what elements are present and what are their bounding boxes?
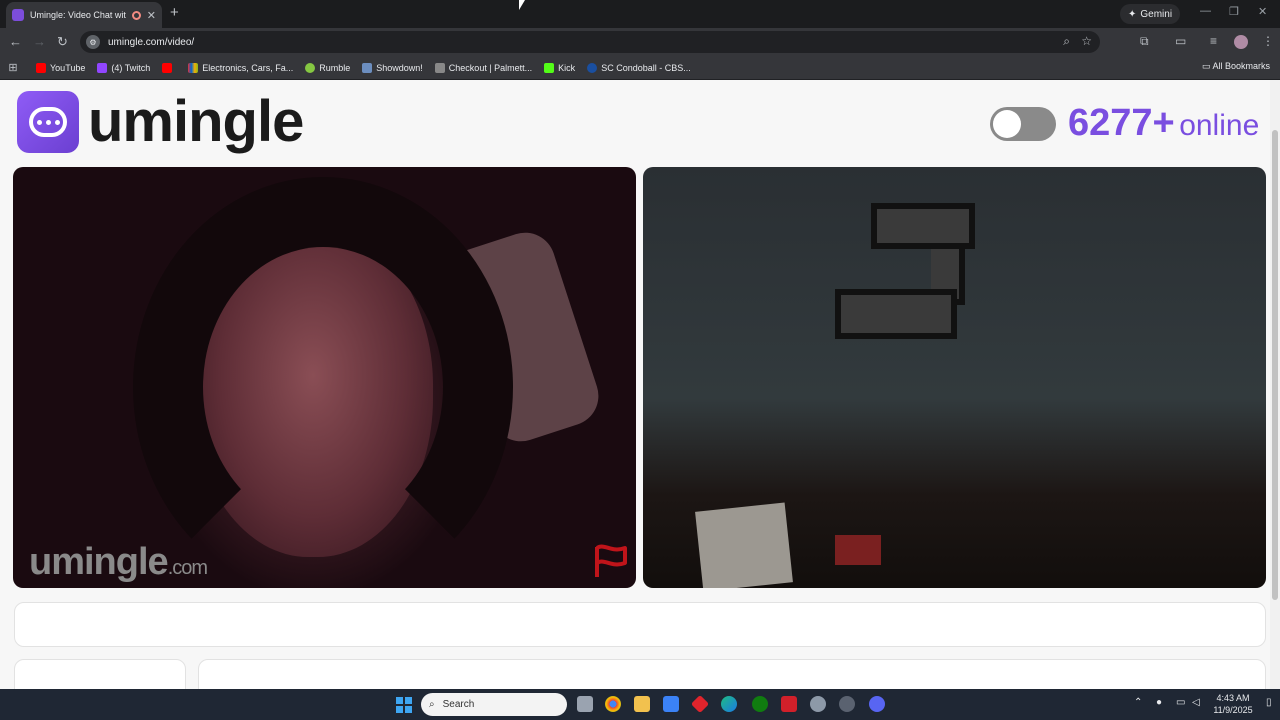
new-tab-button[interactable]: + (170, 4, 179, 21)
menu-kebab-icon[interactable]: ⋮ (1262, 34, 1274, 48)
windows-start-icon[interactable] (396, 697, 412, 713)
url-text: umingle.com/video/ (108, 36, 195, 48)
tab-strip: Umingle: Video Chat with S ✕ + ✦ Gemini … (0, 0, 1280, 28)
reload-icon[interactable]: ↻ (57, 34, 68, 50)
paper-shape (695, 502, 793, 588)
task-view-icon[interactable] (577, 696, 593, 712)
recording-indicator-icon (131, 10, 141, 20)
mouse-cursor-icon (519, 0, 525, 10)
bookmark-youtube-2[interactable] (162, 62, 176, 73)
app-diamond-icon[interactable] (690, 694, 710, 714)
umingle-page: umingle 6277+ online umingle.com (0, 80, 1270, 689)
wall-outlet-shape (835, 289, 957, 339)
bookmark-cbs[interactable]: SC Condoball - CBS... (587, 62, 691, 73)
self-video (643, 167, 1266, 588)
zoom-icon[interactable]: ⌕ (1063, 34, 1070, 49)
showdown-icon (362, 62, 373, 73)
gemini-button[interactable]: ✦ Gemini (1120, 4, 1181, 24)
forward-arrow-icon[interactable]: → (33, 34, 46, 49)
show-hidden-icons-icon[interactable]: ⌃ (1134, 697, 1142, 708)
close-tab-icon[interactable]: ✕ (147, 9, 156, 22)
minimize-button[interactable]: — (1200, 5, 1211, 17)
watermark-main: umingle (29, 541, 169, 583)
search-placeholder: Search (442, 699, 475, 710)
profile-avatar[interactable] (1234, 35, 1248, 49)
umingle-logo-icon[interactable] (17, 91, 79, 153)
umingle-logo-text[interactable]: umingle (88, 88, 304, 155)
tab-umingle[interactable]: Umingle: Video Chat with S ✕ (6, 2, 162, 28)
app-icon[interactable] (839, 696, 855, 712)
online-number: 6277+ (1068, 102, 1175, 144)
umingle-favicon-icon (12, 9, 24, 21)
apps-grid-icon[interactable]: ⊞ (0, 61, 26, 74)
taskbar-search[interactable]: ⌕ Search (421, 693, 567, 716)
chat-input-bar[interactable] (14, 602, 1266, 647)
back-arrow-icon[interactable]: ← (9, 34, 22, 49)
box-shape (835, 535, 881, 565)
report-flag-icon[interactable] (591, 543, 631, 579)
online-label: online (1179, 109, 1260, 142)
discord-icon[interactable] (869, 696, 885, 712)
store-icon[interactable] (663, 696, 679, 712)
cbs-icon (587, 62, 598, 73)
taskbar-clock[interactable]: 4:43 AM 11/9/2025 (1207, 692, 1259, 716)
umingle-watermark: umingle.com (29, 541, 208, 584)
chat-log-panel (198, 659, 1266, 689)
scrollbar-thumb[interactable] (1272, 130, 1278, 600)
mcafee-icon[interactable] (781, 696, 797, 712)
page-scrollbar[interactable] (1270, 80, 1280, 689)
windows-taskbar: ⌕ Search ⌃ ● ▭ ◁ 4:43 AM 11/9/2025 ▯ (0, 689, 1280, 720)
close-window-button[interactable]: ✕ (1258, 5, 1267, 18)
sparkle-icon: ✦ (1128, 8, 1137, 20)
watermark-suffix: .com (167, 557, 208, 579)
mode-toggle-switch[interactable] (990, 107, 1056, 141)
settings-icon[interactable] (810, 696, 826, 712)
twitch-icon (97, 62, 108, 73)
bookmark-youtube[interactable]: YouTube (36, 62, 85, 73)
search-icon: ⌕ (429, 699, 435, 710)
bookmark-star-icon[interactable]: ☆ (1081, 34, 1092, 48)
edge-icon[interactable] (721, 696, 737, 712)
xbox-icon[interactable] (752, 696, 768, 712)
gemini-label: Gemini (1140, 8, 1173, 20)
site-info-icon[interactable]: ⚙ (86, 35, 100, 49)
clock-time: 4:43 AM (1216, 693, 1250, 703)
folder-icon: ▭ (1201, 61, 1213, 71)
extensions-icon[interactable]: ⧉ (1140, 34, 1149, 49)
bookmark-twitch[interactable]: (4) Twitch (97, 62, 150, 73)
tab-search-icon[interactable]: ≡ (1210, 34, 1217, 48)
bookmark-ebay[interactable]: Electronics, Cars, Fa... (188, 62, 293, 73)
cast-icon[interactable]: ▭ (1175, 34, 1186, 48)
bookmarks-bar: ⊞ YouTube (4) Twitch Electronics, Cars, … (0, 56, 1280, 80)
youtube-icon (162, 62, 173, 73)
volume-icon[interactable]: ◁ (1192, 697, 1200, 708)
browser-toolbar: ← → ↻ ⚙ umingle.com/video/ ⌕ ☆ ⧉ ▭ ≡ ⋮ (0, 28, 1280, 56)
kick-icon (544, 62, 555, 73)
chrome-icon[interactable] (605, 696, 621, 712)
checkout-icon (434, 62, 445, 73)
bookmark-kick[interactable]: Kick (544, 62, 575, 73)
online-count: 6277+ online (1068, 102, 1259, 145)
rumble-icon (305, 62, 316, 73)
bookmark-showdown[interactable]: Showdown! (362, 62, 423, 73)
notification-icon[interactable]: ▯ (1266, 697, 1272, 708)
browser-chrome: Umingle: Video Chat with S ✕ + ✦ Gemini … (0, 0, 1280, 80)
bookmark-rumble[interactable]: Rumble (305, 62, 350, 73)
maximize-button[interactable]: ❐ (1229, 5, 1239, 18)
file-explorer-icon[interactable] (634, 696, 650, 712)
start-button-panel[interactable] (14, 659, 186, 689)
clock-date: 11/9/2025 (1213, 705, 1253, 715)
bookmark-checkout[interactable]: Checkout | Palmett... (434, 62, 532, 73)
network-icon[interactable]: ▭ (1176, 697, 1185, 708)
address-bar[interactable]: ⚙ umingle.com/video/ ⌕ ☆ (80, 31, 1100, 53)
chat-bubble-icon (29, 107, 67, 137)
toggle-knob (993, 110, 1021, 138)
ebay-icon (188, 62, 199, 73)
all-bookmarks-button[interactable]: ▭ All Bookmarks (1202, 61, 1270, 72)
stranger-video: umingle.com (13, 167, 636, 588)
tab-title: Umingle: Video Chat with S (30, 10, 126, 20)
youtube-icon (36, 62, 46, 73)
stranger-hair (133, 177, 513, 588)
microphone-icon[interactable]: ● (1156, 697, 1162, 708)
